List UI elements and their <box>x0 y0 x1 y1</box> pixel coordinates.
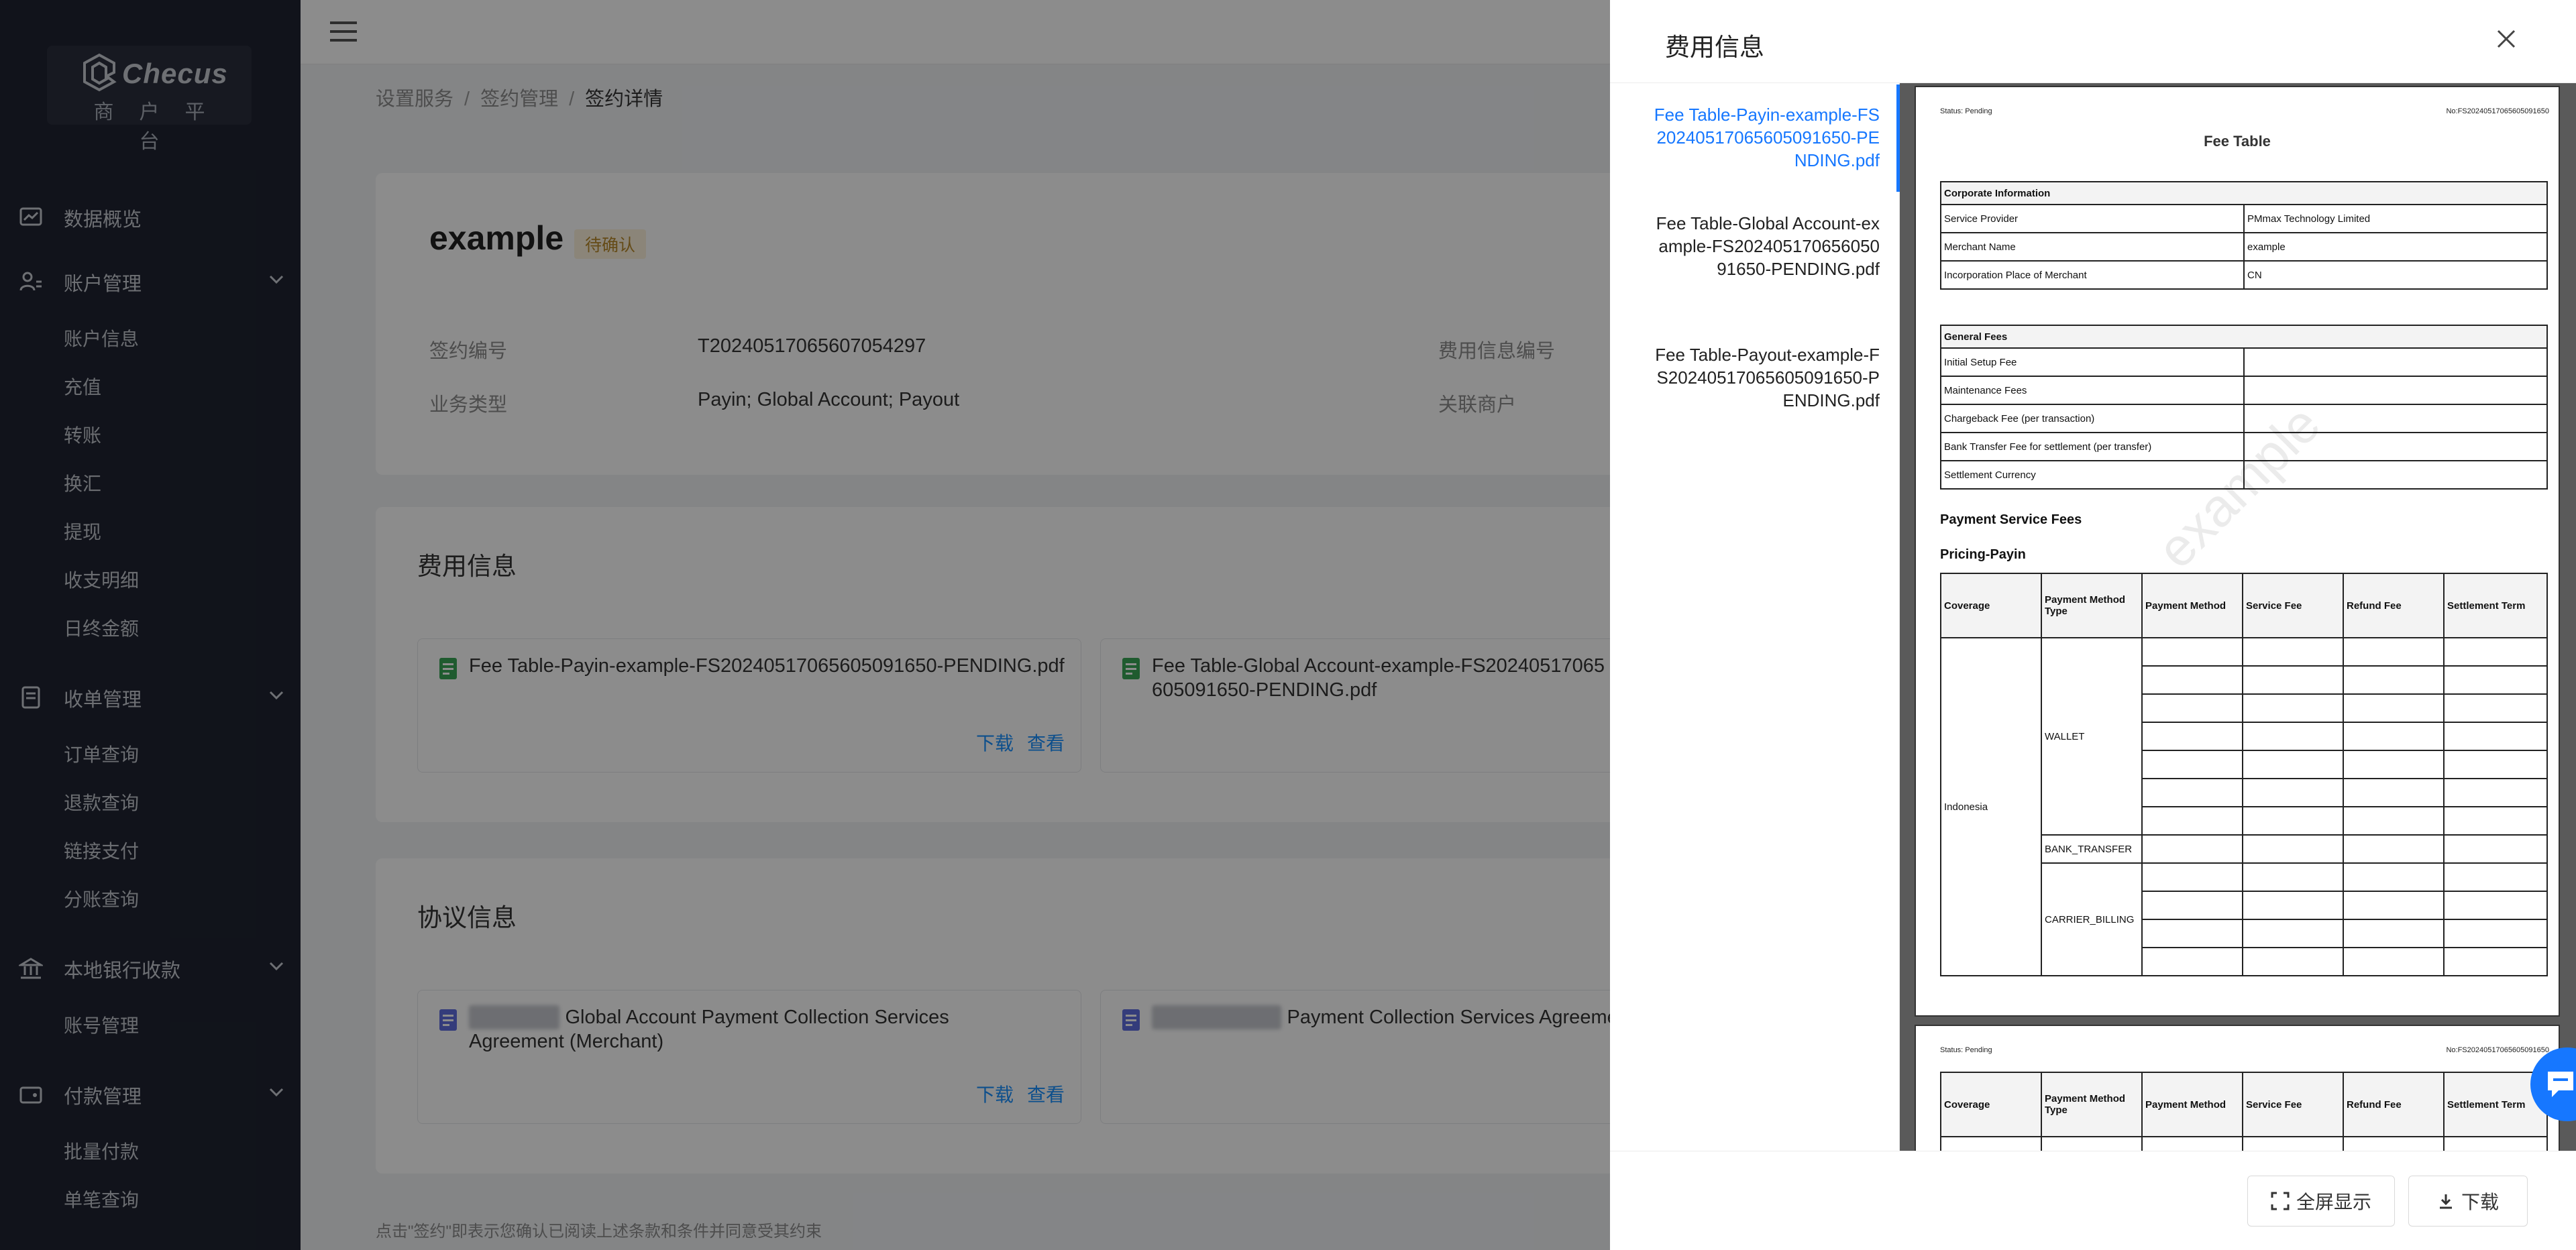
chat-icon <box>2548 1072 2573 1097</box>
table-cell: CN <box>2243 260 2548 290</box>
table-cell: Merchant Name <box>1940 232 2245 262</box>
method-type-cell: CARRIER_BILLING <box>2041 862 2143 976</box>
drawer-file-item[interactable]: Fee Table-Global Account-example-FS20240… <box>1650 212 1880 280</box>
table-cell: Maintenance Fees <box>1940 376 2245 405</box>
pdf-status: Status: Pending <box>1940 107 1992 115</box>
fee-info-drawer: 费用信息 Fee Table-Payin-example-FS202405170… <box>1610 0 2576 1250</box>
table-cell: Service Provider <box>1940 204 2245 233</box>
pdf-page: Status: Pending No:FS2024051706560509165… <box>1915 86 2560 1017</box>
pdf-section-heading: Payment Service Fees <box>1940 512 2082 527</box>
column-header: Service Fee <box>2242 573 2344 638</box>
method-type-cell: BANK_TRANSFER <box>2041 834 2143 864</box>
download-button[interactable]: 下载 <box>2408 1176 2528 1227</box>
table-header: Corporate Information <box>1940 181 2548 205</box>
pricing-payin-table: Coverage Payment Method Type Payment Met… <box>1940 573 2548 976</box>
corporate-info-table: Corporate Information Service Provider PM… <box>1940 181 2548 290</box>
pdf-viewer[interactable]: Status: Pending No:FS2024051706560509165… <box>1900 83 2576 1151</box>
column-header: Service Fee <box>2242 1072 2344 1137</box>
pdf-title: Fee Table <box>2204 133 2271 150</box>
table-header: General Fees <box>1940 325 2548 349</box>
column-header: Payment Method <box>2141 1072 2243 1137</box>
pdf-number: No:FS20240517065605091650 <box>2446 107 2549 115</box>
column-header: Refund Fee <box>2343 1072 2445 1137</box>
column-header: Payment Method Type <box>2041 573 2143 638</box>
fullscreen-button[interactable]: 全屏显示 <box>2247 1176 2395 1227</box>
table-cell: Initial Setup Fee <box>1940 347 2245 377</box>
table-cell: example <box>2243 232 2548 262</box>
drawer-file-item[interactable]: Fee Table-Payout-example-FS2024051706560… <box>1650 343 1880 412</box>
column-header: Coverage <box>1940 573 2042 638</box>
close-icon[interactable] <box>2493 25 2520 52</box>
pdf-number: No:FS20240517065605091650 <box>2446 1046 2549 1054</box>
table-cell: Chargeback Fee (per transaction) <box>1940 404 2245 433</box>
table-cell: PMmax Technology Limited <box>2243 204 2548 233</box>
button-label: 全屏显示 <box>2296 1192 2371 1212</box>
pdf-status: Status: Pending <box>1940 1046 1992 1054</box>
column-header: Payment Method <box>2141 573 2243 638</box>
drawer-file-item[interactable]: Fee Table-Payin-example-FS20240517065605… <box>1650 103 1880 172</box>
column-header: Payment Method Type <box>2041 1072 2143 1137</box>
pdf-subheading: Pricing-Payin <box>1940 547 2026 562</box>
button-label: 下载 <box>2461 1192 2499 1212</box>
table-cell: Incorporation Place of Merchant <box>1940 260 2245 290</box>
column-header: Refund Fee <box>2343 573 2445 638</box>
coverage-cell: Indonesia <box>1940 637 2042 976</box>
drawer-file-list: Fee Table-Payin-example-FS20240517065605… <box>1610 83 1900 1151</box>
drawer-footer: 全屏显示 下载 <box>1610 1151 2576 1250</box>
drawer-header: 费用信息 <box>1610 0 2576 83</box>
expand-icon <box>2271 1192 2290 1210</box>
method-type-cell: WALLET <box>2041 637 2143 836</box>
column-header: Coverage <box>1940 1072 2042 1137</box>
table-cell: Bank Transfer Fee for settlement (per tr… <box>1940 432 2245 461</box>
download-icon <box>2439 1194 2452 1209</box>
drawer-title: 费用信息 <box>1665 34 1764 61</box>
pdf-page: Status: Pending No:FS2024051706560509165… <box>1915 1025 2560 1151</box>
pricing-payin-table-continued: Coverage Payment Method Type Payment Met… <box>1940 1072 2548 1151</box>
column-header: Settlement Term <box>2443 573 2548 638</box>
